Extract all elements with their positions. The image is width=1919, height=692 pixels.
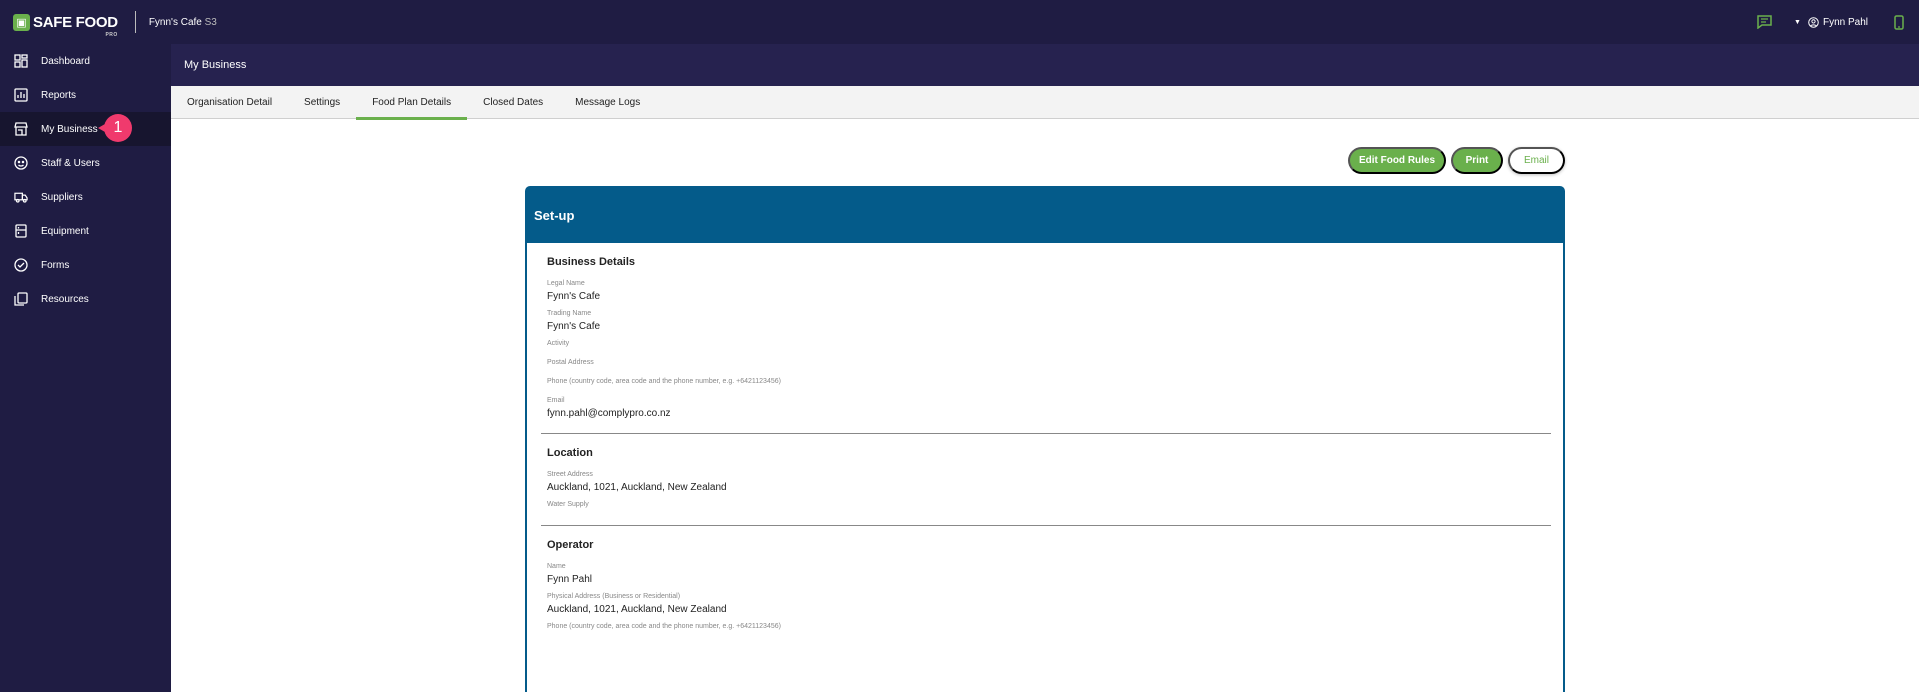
trading-name-field: Trading Name Fynn's Cafe (547, 310, 601, 332)
tab-organisation-detail[interactable]: Organisation Detail (171, 86, 288, 119)
sidebar-item-my-business[interactable]: My Business 1 (0, 112, 171, 146)
tab-settings[interactable]: Settings (288, 86, 356, 119)
operator-phone-field: Phone (country code, area code and the p… (547, 623, 781, 630)
check-circle-icon (14, 258, 28, 272)
top-bar: ▣ SAFE FOOD PRO Fynn's Cafe S3 ▼ Fynn Pa… (0, 0, 1919, 44)
truck-icon (14, 190, 28, 204)
sidebar-item-label: Staff & Users (41, 157, 100, 169)
tab-closed-dates[interactable]: Closed Dates (467, 86, 559, 119)
sidebar-item-label: Equipment (41, 225, 89, 237)
dashboard-icon (14, 54, 28, 68)
sidebar-item-label: Resources (41, 293, 89, 305)
physical-address-field: Physical Address (Business or Residentia… (547, 593, 727, 615)
page-title: My Business (184, 59, 247, 71)
cafe-selector[interactable]: Fynn's Cafe S3 (149, 17, 217, 28)
section-title: Operator (547, 539, 594, 551)
section-title: Business Details (547, 256, 636, 268)
sidebar-item-reports[interactable]: Reports (0, 78, 171, 112)
tab-food-plan-details[interactable]: Food Plan Details 2 (356, 86, 623, 234)
operator-name-field: Name Fynn Pahl (547, 563, 593, 585)
email-button[interactable]: Email (1508, 147, 1565, 174)
user-icon (1808, 16, 1819, 28)
user-menu[interactable]: ▼ Fynn Pahl (1794, 17, 1868, 28)
sidebar-item-label: My Business (41, 123, 98, 135)
user-name: Fynn Pahl (1822, 16, 1868, 28)
action-buttons: Edit Food Rules Print Email (1343, 147, 1565, 174)
tab-message-logs[interactable]: Message Logs (559, 86, 656, 119)
postal-address-field: Postal Address (547, 359, 594, 366)
street-address-field: Street Address Auckland, 1021, Auckland,… (547, 471, 727, 493)
logo-text: SAFE FOOD (33, 13, 118, 31)
water-supply-field: Water Supply (547, 501, 589, 508)
sidebar-item-label: Forms (41, 259, 70, 271)
face-icon (14, 156, 28, 170)
store-icon (14, 122, 28, 136)
edit-food-rules-button[interactable]: Edit Food Rules (1348, 147, 1446, 174)
tab-bar: Organisation Detail Settings Food Plan D… (171, 86, 1919, 234)
sidebar-item-label: Reports (41, 89, 77, 101)
copy-icon (14, 292, 28, 306)
sidebar-item-label: Dashboard (41, 55, 90, 67)
sidebar-item-equipment[interactable]: Equipment (0, 214, 171, 248)
logo-mark-icon: ▣ (13, 13, 30, 31)
phone-field: Phone (country code, area code and the p… (547, 378, 781, 385)
chat-icon[interactable] (1757, 15, 1772, 29)
annotation-step-1: 1 (98, 114, 132, 142)
phone-icon[interactable] (1894, 14, 1904, 30)
location-section: Location Street Address Auckland, 1021, … (527, 434, 1563, 509)
section-title: Location (547, 447, 593, 459)
operator-section: Operator Name Fynn Pahl Physical Address… (527, 526, 1563, 631)
reports-icon (14, 88, 28, 102)
sidebar-item-resources[interactable]: Resources (0, 282, 171, 316)
fridge-icon (14, 224, 28, 238)
cafe-name: Fynn's Cafe (148, 16, 202, 28)
sidebar-item-dashboard[interactable]: Dashboard (0, 44, 171, 78)
logo-sub: PRO (105, 31, 118, 38)
sidebar-item-label: Suppliers (41, 191, 83, 203)
sidebar-item-suppliers[interactable]: Suppliers (0, 180, 171, 214)
email-field: Email fynn.pahl@complypro.co.nz (547, 397, 671, 419)
sidebar-item-forms[interactable]: Forms (0, 248, 171, 282)
legal-name-field: Legal Name Fynn's Cafe (547, 280, 601, 302)
app-logo[interactable]: ▣ SAFE FOOD PRO (13, 13, 118, 38)
print-button[interactable]: Print (1451, 147, 1503, 174)
business-details-section: Business Details Legal Name Fynn's Cafe … (527, 243, 1563, 420)
activity-field: Activity (547, 340, 570, 347)
top-divider (134, 11, 136, 33)
sidebar-item-staff-users[interactable]: Staff & Users (0, 146, 171, 180)
setup-card: Set-up Business Details Legal Name Fynn'… (525, 186, 1565, 692)
cafe-code: S3 (204, 16, 217, 28)
card-title: Set-up (527, 188, 1563, 243)
caret-down-icon: ▼ (1794, 18, 1801, 26)
page-header: My Business (171, 44, 1919, 86)
sidebar: Dashboard Reports My Business 1 Staff & … (0, 44, 171, 692)
